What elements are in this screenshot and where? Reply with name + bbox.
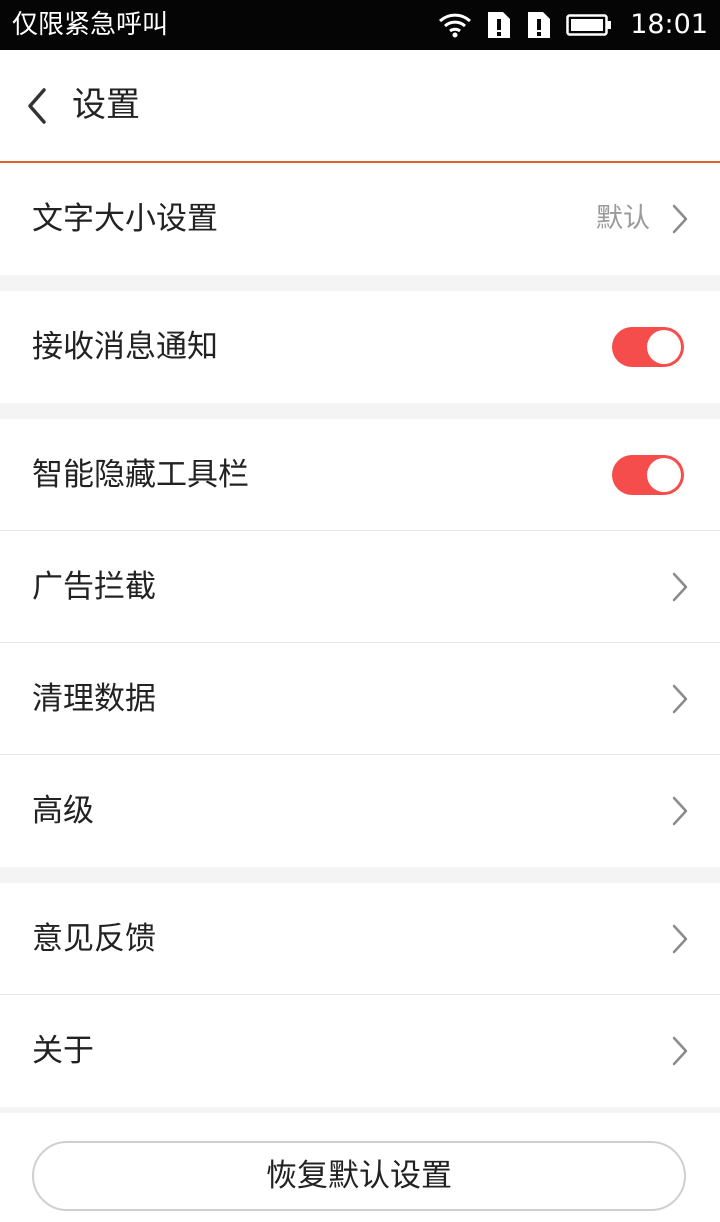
clock-text: 18:01 <box>630 9 708 40</box>
sim-alert-icon <box>486 10 512 40</box>
setting-label: 接收消息通知 <box>32 329 218 365</box>
setting-value: 默认 <box>596 203 650 234</box>
auto-hide-toolbar-toggle[interactable] <box>612 455 684 495</box>
setting-label: 高级 <box>32 793 94 829</box>
setting-auto-hide-toolbar: 智能隐藏工具栏 <box>0 419 720 531</box>
chevron-right-icon <box>672 572 688 602</box>
page-title: 设置 <box>72 85 140 125</box>
setting-feedback[interactable]: 意见反馈 <box>0 883 720 995</box>
settings-group-browser: 智能隐藏工具栏 广告拦截 清理数据 高级 <box>0 419 720 867</box>
setting-advanced[interactable]: 高级 <box>0 755 720 867</box>
footer-area: 恢复默认设置 <box>0 1113 720 1222</box>
settings-group-display: 文字大小设置 默认 <box>0 163 720 275</box>
chevron-right-icon <box>672 684 688 714</box>
chevron-right-icon <box>672 796 688 826</box>
chevron-right-icon <box>672 924 688 954</box>
setting-ad-block[interactable]: 广告拦截 <box>0 531 720 643</box>
toggle-knob <box>647 458 681 492</box>
setting-label: 广告拦截 <box>32 569 156 605</box>
status-icons: 18:01 <box>438 0 708 50</box>
chevron-left-icon <box>28 88 46 124</box>
sim-alert-icon <box>526 10 552 40</box>
setting-font-size[interactable]: 文字大小设置 默认 <box>0 163 720 275</box>
toggle-knob <box>647 330 681 364</box>
settings-group-about: 意见反馈 关于 <box>0 883 720 1107</box>
group-divider <box>0 867 720 883</box>
battery-icon <box>566 13 612 37</box>
notifications-toggle[interactable] <box>612 327 684 367</box>
setting-clear-data[interactable]: 清理数据 <box>0 643 720 755</box>
group-divider <box>0 403 720 419</box>
carrier-text: 仅限紧急呼叫 <box>12 10 169 40</box>
back-button[interactable] <box>22 86 52 126</box>
settings-group-notifications: 接收消息通知 <box>0 291 720 403</box>
setting-receive-notifications: 接收消息通知 <box>0 291 720 403</box>
group-divider <box>0 275 720 291</box>
setting-label: 清理数据 <box>32 681 156 717</box>
setting-label: 关于 <box>32 1033 94 1069</box>
chevron-right-icon <box>672 1036 688 1066</box>
status-bar: 仅限紧急呼叫 18:01 <box>0 0 720 50</box>
reset-defaults-button[interactable]: 恢复默认设置 <box>32 1141 686 1211</box>
setting-label: 智能隐藏工具栏 <box>32 457 249 493</box>
setting-label: 意见反馈 <box>32 921 156 957</box>
setting-about[interactable]: 关于 <box>0 995 720 1107</box>
header-bar: 设置 <box>0 50 720 163</box>
wifi-icon <box>438 12 472 38</box>
setting-label: 文字大小设置 <box>32 201 218 237</box>
settings-list: 文字大小设置 默认 接收消息通知 智能隐藏工具栏 广告拦截 清理数据 高级 意见… <box>0 163 720 1123</box>
chevron-right-icon <box>672 204 688 234</box>
